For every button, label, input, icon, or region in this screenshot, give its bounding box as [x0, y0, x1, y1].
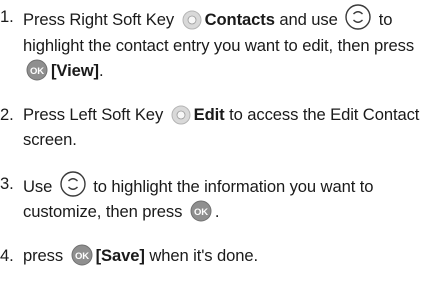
svg-text:OK: OK — [30, 66, 44, 77]
step-text: and use — [279, 10, 338, 29]
step-number: 4. — [0, 245, 14, 265]
navigation-key-icon — [60, 170, 86, 197]
step-bold-text: [View] — [51, 61, 99, 80]
soft-key-icon — [171, 105, 191, 125]
step-text: . — [98, 61, 104, 80]
step-3: 3. Use to highlight the information you … — [0, 170, 445, 225]
step-bold-text: [Save] — [95, 245, 145, 265]
step-text: . — [214, 202, 220, 221]
step-number: 1. — [0, 7, 14, 26]
step-bold-text: Edit — [193, 104, 225, 124]
step-text: press — [23, 245, 64, 265]
instruction-steps: 1. Press Right Soft Key Contacts and use… — [0, 4, 445, 286]
step-text: when it's done. — [149, 245, 259, 265]
step-number: 2. — [0, 104, 14, 124]
step-text: Press Right Soft Key — [23, 10, 175, 29]
svg-text:OK: OK — [75, 250, 89, 261]
step-1: 1. Press Right Soft Key Contacts and use… — [0, 4, 445, 84]
soft-key-icon — [182, 10, 202, 30]
step-number: 3. — [0, 173, 14, 193]
step-2: 2. Press Left Soft Key Edit to access th… — [0, 102, 445, 153]
step-text: Press Left Soft Key — [23, 104, 164, 124]
ok-key-icon: OK — [26, 59, 48, 81]
step-4: 4. press OK [Save] when it's done. — [0, 243, 445, 269]
ok-key-icon: OK — [190, 200, 212, 222]
step-text: Use — [23, 176, 53, 196]
svg-text:OK: OK — [194, 207, 208, 218]
step-bold-text: Contacts — [204, 10, 275, 29]
ok-key-icon: OK — [71, 244, 93, 266]
navigation-key-icon — [345, 4, 371, 30]
